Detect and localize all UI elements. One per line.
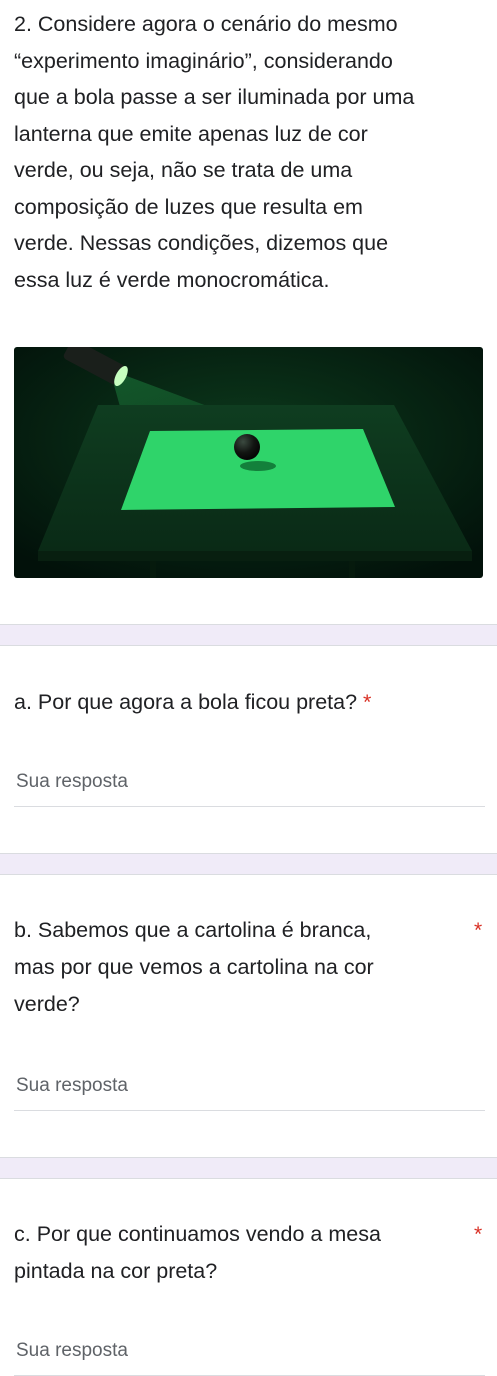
question-a-title: a. Por que agora a bola ficou preta? *	[14, 684, 371, 721]
section-divider	[0, 1157, 497, 1179]
description-line: verde, ou seja, não se trata de uma	[14, 158, 353, 182]
required-asterisk: *	[474, 1223, 483, 1246]
question-text: mas por que vemos a cartolina na cor	[14, 955, 374, 979]
question-text: c. Por que continuamos vendo a mesa	[14, 1222, 381, 1246]
experiment-illustration	[14, 347, 483, 578]
description-line: composição de luzes que resulta em	[14, 194, 363, 219]
question-c-title: c. Por que continuamos vendo a mesa pint…	[14, 1216, 381, 1290]
description-line: 2. Considere agora o cenário do mesmo	[14, 12, 398, 36]
required-asterisk: *	[474, 919, 483, 942]
table-leg	[349, 561, 355, 578]
question-2-description: 2. Considere agora o cenário do mesmo “e…	[14, 6, 486, 298]
ball-shadow	[240, 461, 276, 471]
section-divider	[0, 624, 497, 646]
question-text: b. Sabemos que a cartolina é branca,	[14, 918, 372, 942]
description-line: lanterna que emite apenas luz de cor	[14, 121, 368, 146]
question-b-title: b. Sabemos que a cartolina é branca, mas…	[14, 912, 374, 1023]
table-edge	[38, 551, 472, 561]
question-text: pintada na cor preta?	[14, 1259, 218, 1283]
required-asterisk: *	[363, 690, 372, 714]
black-ball	[234, 434, 260, 460]
description-line: verde. Nessas condições, dizemos que	[14, 231, 389, 255]
answer-a-input[interactable]	[14, 771, 485, 807]
table-leg	[150, 561, 156, 578]
answer-b-input[interactable]	[14, 1075, 485, 1111]
section-divider	[0, 853, 497, 875]
question-text: verde?	[14, 992, 80, 1016]
answer-c-input[interactable]	[14, 1340, 485, 1376]
description-line: “experimento imaginário”, considerando	[14, 48, 393, 73]
description-line: essa luz é verde monocromática.	[14, 267, 330, 292]
question-text: a. Por que agora a bola ficou preta?	[14, 690, 358, 714]
description-line: que a bola passe a ser iluminada por uma	[14, 85, 415, 109]
